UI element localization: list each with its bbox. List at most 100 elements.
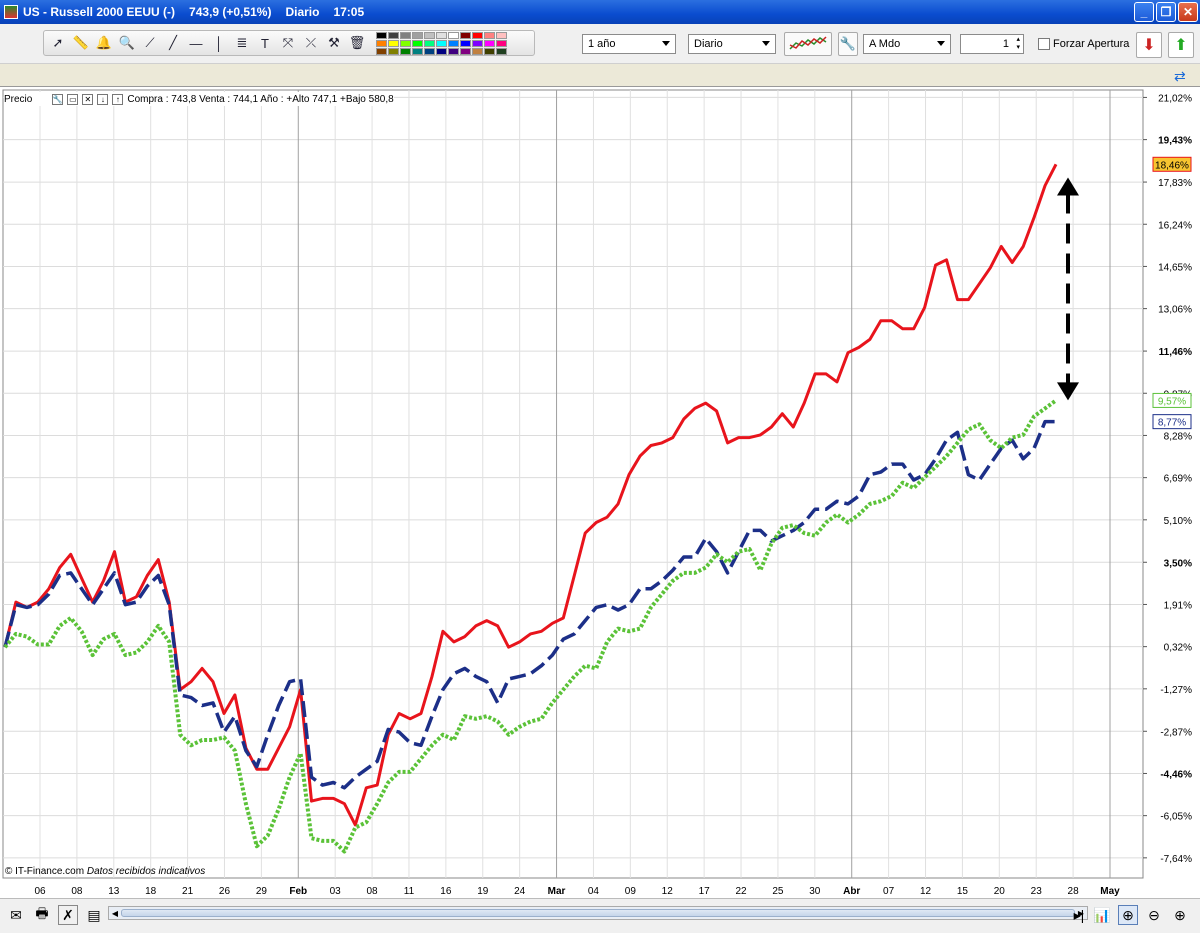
palette-swatch[interactable] <box>496 31 507 39</box>
interval-select-value: Diario <box>694 38 723 50</box>
toolbar: ➚ 📏 🔔 🔍 ⟋ ╱ ― │ ≣ T ⤧ ⤫ ⚒ 🗑 1 año Diario… <box>0 24 1200 64</box>
palette-swatch[interactable] <box>400 39 411 47</box>
palette-swatch[interactable] <box>388 31 399 39</box>
chevron-down-icon <box>937 41 945 46</box>
palette-swatch[interactable] <box>448 39 459 47</box>
credit-source: © IT-Finance.com <box>5 866 85 877</box>
bar-chart-icon[interactable]: 📊 <box>1092 905 1112 925</box>
period-select[interactable]: 1 año <box>582 34 676 54</box>
zoom-in-icon[interactable]: ⊕ <box>1170 905 1190 925</box>
chart-type-icon[interactable] <box>784 32 832 56</box>
palette-swatch[interactable] <box>472 39 483 47</box>
forzar-apertura-checkbox[interactable] <box>1038 38 1050 50</box>
palette-swatch[interactable] <box>496 39 507 47</box>
crossline-icon[interactable]: ⤫ <box>301 33 321 53</box>
text-icon[interactable]: T <box>255 33 275 53</box>
period-select-value: 1 año <box>588 38 616 50</box>
title-symbol: US - Russell 2000 EEUU (-) <box>23 5 176 19</box>
minimize-button[interactable]: _ <box>1134 2 1154 22</box>
chevron-down-icon <box>662 41 670 46</box>
palette-swatch[interactable] <box>484 39 495 47</box>
disable-icon[interactable]: ✗ <box>58 905 78 925</box>
palette-swatch[interactable] <box>412 47 423 55</box>
print-icon[interactable]: 🖶 <box>32 905 52 925</box>
palette-swatch[interactable] <box>376 47 387 55</box>
segment-icon[interactable]: ⟋ <box>140 33 160 53</box>
palette-swatch[interactable] <box>484 47 495 55</box>
chart-frame <box>0 86 1200 898</box>
palette-swatch[interactable] <box>424 31 435 39</box>
palette-swatch[interactable] <box>460 47 471 55</box>
scrollbar-thumb[interactable] <box>121 909 1075 917</box>
move-up-icon[interactable]: ↑ <box>112 93 124 105</box>
palette-swatch[interactable] <box>472 31 483 39</box>
close-button[interactable]: ✕ <box>1178 2 1198 22</box>
palette-swatch[interactable] <box>412 39 423 47</box>
application-window: US - Russell 2000 EEUU (-) 743,9 (+0,51%… <box>0 0 1200 933</box>
pointer-icon[interactable]: ➚ <box>48 33 68 53</box>
palette-swatch[interactable] <box>388 47 399 55</box>
zoom-fit-icon[interactable]: ⊕ <box>1118 905 1138 925</box>
chevron-down-icon <box>762 41 770 46</box>
palette-swatch[interactable] <box>448 47 459 55</box>
zoom-out-icon[interactable]: ⊖ <box>1144 905 1164 925</box>
quantity-value: 1 <box>1002 38 1009 50</box>
mode-select[interactable]: A Mdo <box>863 34 951 54</box>
palette-swatch[interactable] <box>484 31 495 39</box>
price-label: Precio <box>4 93 33 105</box>
palette-swatch[interactable] <box>424 39 435 47</box>
palette-swatch[interactable] <box>412 31 423 39</box>
palette-swatch[interactable] <box>436 39 447 47</box>
palette-swatch[interactable] <box>400 47 411 55</box>
scroll-end-icon[interactable]: ▸| <box>1072 905 1086 925</box>
palette-swatch[interactable] <box>400 31 411 39</box>
credit-note: Datos recibidos indicativos <box>86 866 206 877</box>
move-down-icon[interactable]: ↓ <box>97 93 109 105</box>
maximize-button[interactable]: ❐ <box>1156 2 1176 22</box>
export-red-icon[interactable]: ⬇ <box>1136 32 1162 58</box>
close-panel-icon[interactable]: ✕ <box>82 93 94 105</box>
title-period: Diario <box>285 5 320 19</box>
palette-swatch[interactable] <box>496 47 507 55</box>
tools-icon[interactable]: ⚒ <box>324 33 344 53</box>
palette-swatch[interactable] <box>472 47 483 55</box>
mode-select-value: A Mdo <box>869 38 901 50</box>
palette-swatch[interactable] <box>388 39 399 47</box>
palette-swatch[interactable] <box>436 47 447 55</box>
info-line: Precio 🔧 ▭ ✕ ↓ ↑ Compra : 743,8 Venta : … <box>4 92 394 106</box>
alarm-bell-icon[interactable]: 🔔 <box>94 33 114 53</box>
fibonacci-icon[interactable]: ≣ <box>232 33 252 53</box>
zoom-icon[interactable]: 🔍 <box>117 33 137 53</box>
report-icon[interactable]: ▤ <box>84 905 104 925</box>
drawing-tools-group: ➚ 📏 🔔 🔍 ⟋ ╱ ― │ ≣ T ⤧ ⤫ ⚒ 🗑 <box>43 30 535 56</box>
palette-swatch[interactable] <box>424 47 435 55</box>
color-palette[interactable] <box>376 31 507 55</box>
export-green-icon[interactable]: ⬆ <box>1168 32 1194 58</box>
trendline-icon[interactable]: ╱ <box>163 33 183 53</box>
data-credit: © IT-Finance.com Datos recibidos indicat… <box>5 866 205 877</box>
channel-icon[interactable]: ⤧ <box>278 33 298 53</box>
scroll-left-icon[interactable]: ◀ <box>109 907 121 919</box>
properties-wrench-icon[interactable]: 🔧 <box>52 93 64 105</box>
horizontal-scrollbar[interactable]: ◀ ▶ <box>108 906 1088 920</box>
spin-arrows-icon: ▴ ▾ <box>1016 36 1020 51</box>
ruler-icon[interactable]: 📏 <box>71 33 91 53</box>
title-time: 17:05 <box>333 5 365 19</box>
bottom-bar: ✉ 🖶 ✗ ▤ ◀ ▶ ▸| 📊 ⊕ ⊖ ⊕ <box>0 898 1200 933</box>
vertical-line-icon[interactable]: │ <box>209 33 229 53</box>
palette-swatch[interactable] <box>436 31 447 39</box>
app-icon <box>4 5 18 19</box>
palette-swatch[interactable] <box>376 39 387 47</box>
palette-swatch[interactable] <box>460 31 471 39</box>
trash-icon[interactable]: 🗑 <box>347 33 367 53</box>
palette-swatch[interactable] <box>448 31 459 39</box>
mail-icon[interactable]: ✉ <box>6 905 26 925</box>
window-icon[interactable]: ▭ <box>67 93 79 105</box>
quantity-stepper[interactable]: 1 ▴ ▾ <box>960 34 1024 54</box>
refresh-arrows-icon[interactable]: ⇄ <box>1174 68 1196 84</box>
horizontal-line-icon[interactable]: ― <box>186 33 206 53</box>
palette-swatch[interactable] <box>376 31 387 39</box>
interval-select[interactable]: Diario <box>688 34 776 54</box>
palette-swatch[interactable] <box>460 39 471 47</box>
wrench-icon[interactable]: 🔧 <box>838 32 858 56</box>
